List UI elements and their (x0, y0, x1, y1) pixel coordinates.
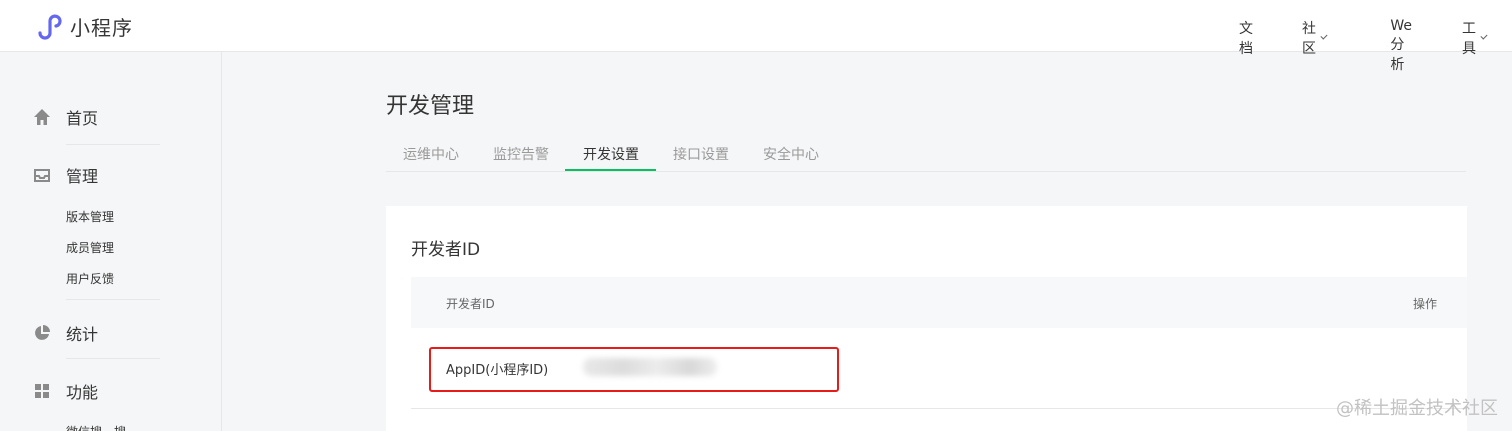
nav-we-analytics-label: We分析 (1390, 18, 1412, 73)
sidebar-item-features-label: 功能 (66, 383, 99, 402)
divider (66, 144, 160, 145)
tab-monitoring-alerts[interactable]: 监控告警 (493, 144, 549, 164)
nav-docs[interactable]: 文档 (1239, 18, 1253, 58)
tab-operations-center[interactable]: 运维中心 (403, 144, 459, 164)
nav-tools-label: 工具 (1462, 21, 1476, 57)
sidebar-item-stats-label: 统计 (66, 325, 99, 344)
chevron-down-icon (1480, 32, 1488, 40)
home-icon (33, 108, 51, 126)
column-header-developer-id: 开发者ID (446, 297, 495, 311)
sidebar-item-member-management[interactable]: 成员管理 (66, 239, 114, 256)
sidebar-item-features[interactable]: 功能 (33, 379, 98, 403)
tab-development-settings[interactable]: 开发设置 (583, 144, 639, 164)
page-title: 开发管理 (386, 94, 475, 119)
sidebar-item-home-label: 首页 (66, 109, 99, 128)
sidebar-item-manage[interactable]: 管理 (33, 163, 98, 187)
app-name: 小程序 (70, 16, 133, 40)
inbox-icon (33, 166, 51, 184)
tab-security-center[interactable]: 安全中心 (763, 144, 819, 164)
divider (66, 358, 160, 359)
top-bar: 小程序 文档 社区 We分析 工具 (0, 0, 1512, 73)
sidebar-item-home[interactable]: 首页 (33, 105, 98, 129)
pie-chart-icon (33, 324, 51, 342)
sidebar-item-stats[interactable]: 统计 (33, 321, 98, 345)
watermark: @稀土掘金技术社区 (1336, 398, 1498, 419)
table-header: 开发者ID 操作 (411, 277, 1467, 328)
grid-icon (33, 382, 51, 400)
divider (66, 299, 160, 300)
active-tab-indicator (565, 169, 656, 171)
sidebar-item-manage-label: 管理 (66, 167, 99, 186)
developer-id-card: 开发者ID 开发者ID 操作 AppID(小程序ID) (386, 206, 1467, 431)
appid-highlight-box (429, 347, 839, 392)
tab-bar: 运维中心 监控告警 开发设置 接口设置 安全中心 (386, 134, 1466, 172)
section-title: 开发者ID (411, 240, 481, 260)
sidebar-item-wechat-search[interactable]: 微信搜一搜 (66, 423, 126, 431)
nav-tools[interactable]: 工具 (1462, 18, 1488, 58)
nav-community-label: 社区 (1302, 21, 1316, 57)
sidebar: 首页 管理 版本管理 成员管理 用户反馈 统计 功能 微信搜一搜 (0, 52, 222, 431)
mini-program-logo-icon (38, 14, 62, 40)
chevron-down-icon (1320, 32, 1328, 40)
nav-community[interactable]: 社区 (1302, 18, 1328, 58)
logo[interactable]: 小程序 (34, 12, 133, 41)
tab-interface-settings[interactable]: 接口设置 (673, 144, 729, 164)
sidebar-item-version-management[interactable]: 版本管理 (66, 208, 114, 225)
column-header-actions: 操作 (1413, 297, 1438, 311)
nav-we-analytics[interactable]: We分析 (1390, 18, 1412, 74)
nav-docs-label: 文档 (1239, 21, 1253, 57)
sidebar-item-user-feedback[interactable]: 用户反馈 (66, 270, 114, 287)
